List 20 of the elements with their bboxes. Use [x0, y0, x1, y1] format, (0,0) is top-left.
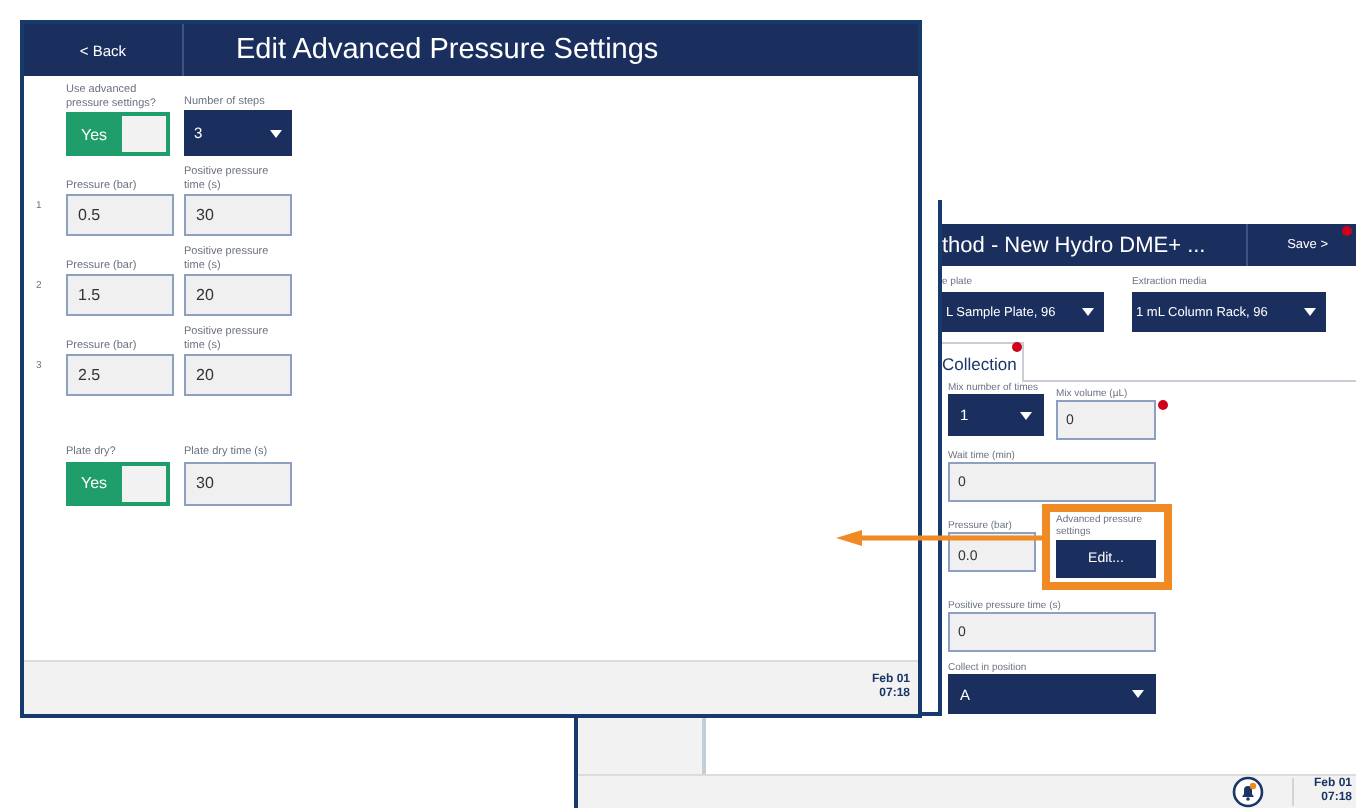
- input-field[interactable]: 0.5: [66, 194, 174, 236]
- input-field[interactable]: 2.5: [66, 354, 174, 396]
- caret-icon: [1082, 308, 1094, 316]
- toggle-knob: [122, 116, 166, 152]
- input-field[interactable]: 30: [184, 461, 292, 505]
- input-field[interactable]: 20: [184, 274, 292, 316]
- caret-icon: [270, 129, 282, 137]
- caret-icon: [1304, 308, 1316, 316]
- toggle-label: Yes: [78, 474, 110, 492]
- input-field[interactable]: 20: [184, 354, 292, 396]
- bell-icon[interactable]: [1231, 776, 1264, 808]
- tab[interactable]: Collection: [942, 342, 1025, 382]
- caret-icon: [1020, 411, 1032, 419]
- window-title: Edit Advanced Pressure Settings: [236, 34, 659, 66]
- toggle-label: Yes: [78, 125, 110, 143]
- window-title: thod - New Hydro DME+ ...: [942, 233, 1206, 257]
- toggle-knob: [122, 465, 166, 501]
- input-field[interactable]: 30: [184, 194, 292, 236]
- caret-icon: [1132, 690, 1144, 698]
- input-field[interactable]: 1.5: [66, 274, 174, 316]
